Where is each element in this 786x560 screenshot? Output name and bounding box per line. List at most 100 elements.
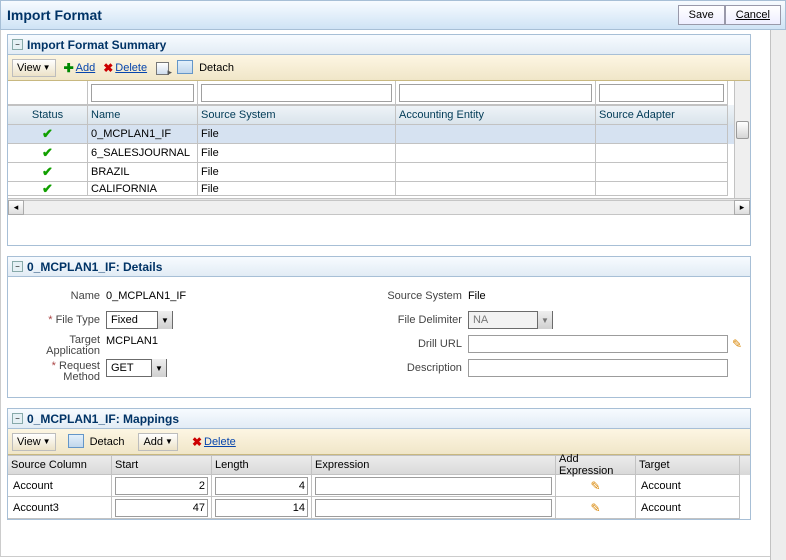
save-button[interactable]: Save	[678, 5, 725, 25]
add-expression-cell[interactable]: ✎	[556, 497, 636, 519]
ssys-cell: File	[198, 144, 396, 163]
field-drill-url: Drill URL ✎	[378, 333, 742, 355]
col-status[interactable]: Status	[8, 105, 88, 125]
add-expression-cell[interactable]: ✎	[556, 475, 636, 497]
table-row[interactable]: ✔ 6_SALESJOURNAL File	[8, 144, 734, 163]
col-source-system[interactable]: Source System	[198, 105, 396, 125]
table-row[interactable]: ✔ 0_MCPLAN1_IF File	[8, 125, 734, 144]
details-panel-title: 0_MCPLAN1_IF: Details	[27, 260, 162, 274]
scroll-track[interactable]	[24, 200, 734, 215]
mappings-row[interactable]: Account ✎ Account	[8, 475, 750, 497]
mappings-panel-body: View ▼ Detach Add ▼ ✖Delete Source Colum…	[8, 429, 750, 519]
col-source-adapter[interactable]: Source Adapter	[596, 105, 728, 125]
detach-button[interactable]: Detach	[179, 62, 234, 74]
description-input[interactable]	[468, 359, 728, 377]
value-name: 0_MCPLAN1_IF	[106, 290, 186, 302]
name-cell: CALIFORNIA	[88, 182, 198, 196]
col-length[interactable]: Length	[212, 456, 312, 475]
page-vertical-scrollbar[interactable]	[770, 30, 786, 560]
collapse-icon[interactable]: −	[12, 261, 23, 272]
chevron-down-icon[interactable]: ▼	[151, 359, 166, 377]
check-icon: ✔	[42, 182, 53, 196]
label-file-type: * File Type	[16, 314, 106, 326]
summary-horizontal-scrollbar[interactable]: ◂ ▸	[8, 198, 750, 215]
start-cell[interactable]	[112, 497, 212, 519]
mappings-panel-title: 0_MCPLAN1_IF: Mappings	[27, 412, 179, 426]
plus-icon: ✚	[64, 61, 74, 75]
label-source-system: Source System	[378, 290, 468, 302]
add-button[interactable]: ✚Add	[64, 61, 96, 75]
name-cell: BRAZIL	[88, 163, 198, 182]
mappings-row[interactable]: Account3 ✎ Account	[8, 497, 750, 519]
detach-icon	[179, 62, 193, 74]
table-row[interactable]: ✔ BRAZIL File	[8, 163, 734, 182]
view-menu[interactable]: View ▼	[12, 433, 56, 451]
col-target[interactable]: Target	[636, 456, 740, 475]
col-add-expression[interactable]: Add Expression	[556, 456, 636, 475]
filter-source-adapter[interactable]	[596, 81, 728, 105]
col-accounting-entity[interactable]: Accounting Entity	[396, 105, 596, 125]
value-file-type[interactable]: Fixed▼	[106, 311, 173, 329]
field-file-delimiter: File Delimiter NA▼	[378, 309, 742, 331]
field-description: Description	[378, 357, 742, 379]
cancel-button[interactable]: Cancel	[725, 5, 781, 25]
drill-url-input[interactable]	[468, 335, 728, 353]
content-inner: − Import Format Summary View ▼ ✚Add ✖Del…	[1, 30, 757, 536]
value-description[interactable]	[468, 359, 728, 377]
pencil-icon[interactable]: ✎	[590, 479, 600, 493]
chevron-down-icon[interactable]: ▼	[157, 311, 172, 329]
summary-toolbar: View ▼ ✚Add ✖Delete Detach	[8, 55, 750, 81]
target-cell: Account	[636, 497, 740, 519]
chevron-down-icon: ▼	[165, 437, 173, 446]
form-col-left: Name 0_MCPLAN1_IF * File Type Fixed▼ Tar…	[16, 285, 348, 385]
value-request-method[interactable]: GET▼	[106, 359, 167, 377]
scroll-left[interactable]: ◂	[8, 200, 24, 215]
form-col-right: Source System File File Delimiter NA▼ Dr…	[378, 285, 742, 385]
expression-cell[interactable]	[312, 497, 556, 519]
filter-source-system[interactable]	[198, 81, 396, 105]
value-drill-url[interactable]	[468, 335, 728, 353]
source-column-cell: Account	[8, 475, 112, 497]
field-target-app: Target Application MCPLAN1	[16, 333, 348, 357]
mappings-panel: − 0_MCPLAN1_IF: Mappings View ▼ Detach A…	[7, 408, 751, 520]
start-cell[interactable]	[112, 475, 212, 497]
col-source-column[interactable]: Source Column	[8, 456, 112, 475]
adapter-cell	[596, 144, 728, 163]
filter-name[interactable]	[88, 81, 198, 105]
summary-grid: Status Name Source System Accounting Ent…	[8, 81, 750, 198]
collapse-icon[interactable]: −	[12, 39, 23, 50]
format-selection-button[interactable]	[155, 60, 171, 76]
delete-button[interactable]: ✖Delete	[103, 61, 147, 75]
status-cell: ✔	[8, 182, 88, 196]
length-cell[interactable]	[212, 475, 312, 497]
acc-cell	[396, 182, 596, 196]
length-cell[interactable]	[212, 497, 312, 519]
ssys-cell: File	[198, 182, 396, 196]
table-row[interactable]: ✔ CALIFORNIA File	[8, 182, 734, 196]
col-name[interactable]: Name	[88, 105, 198, 125]
detach-button[interactable]: Detach	[70, 436, 125, 448]
value-target-app: MCPLAN1	[106, 333, 158, 347]
scroll-right[interactable]: ▸	[734, 200, 750, 215]
col-start[interactable]: Start	[112, 456, 212, 475]
check-icon: ✔	[42, 145, 53, 161]
summary-vertical-scrollbar[interactable]	[734, 81, 750, 198]
collapse-icon[interactable]: −	[12, 413, 23, 424]
label-description: Description	[378, 362, 468, 374]
pencil-icon[interactable]: ✎	[732, 337, 742, 351]
value-file-delimiter[interactable]: NA▼	[468, 311, 553, 329]
add-menu[interactable]: Add ▼	[138, 433, 178, 451]
value-source-system: File	[468, 290, 486, 302]
ssys-cell: File	[198, 163, 396, 182]
delete-button[interactable]: ✖Delete	[192, 435, 236, 449]
filter-accounting-entity[interactable]	[396, 81, 596, 105]
acc-cell	[396, 125, 596, 144]
window-title: Import Format	[7, 7, 102, 23]
status-cell: ✔	[8, 163, 88, 182]
chevron-down-icon[interactable]: ▼	[537, 311, 552, 329]
col-expression[interactable]: Expression	[312, 456, 556, 475]
view-menu[interactable]: View ▼	[12, 59, 56, 77]
expression-cell[interactable]	[312, 475, 556, 497]
pencil-icon[interactable]: ✎	[590, 501, 600, 515]
adapter-cell	[596, 125, 728, 144]
